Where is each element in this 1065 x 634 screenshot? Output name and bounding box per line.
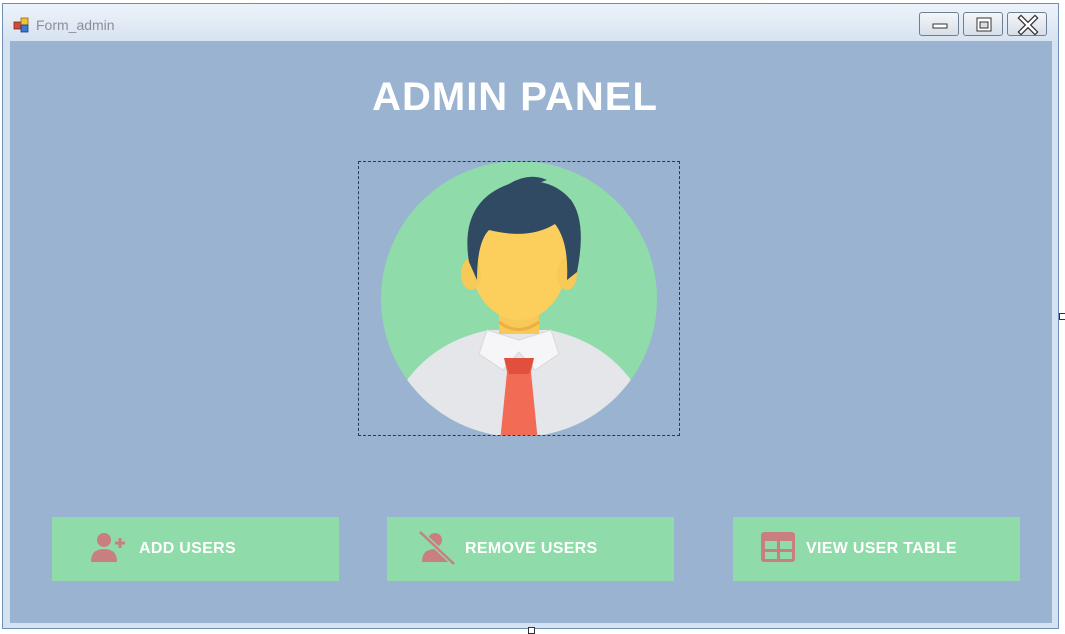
avatar-picturebox[interactable] <box>358 161 680 436</box>
minimize-button[interactable] <box>919 12 959 36</box>
form-client-area: ADMIN PANEL ADD USERS REMOVE USERS VIEW … <box>10 41 1052 623</box>
close-button[interactable] <box>1007 12 1047 36</box>
add-user-icon <box>90 530 130 566</box>
table-icon <box>759 530 799 566</box>
maximize-button[interactable] <box>963 12 1003 36</box>
remove-users-label: REMOVE USERS <box>465 540 598 557</box>
window-title: Form_admin <box>36 17 115 33</box>
add-users-button[interactable]: ADD USERS <box>52 517 339 581</box>
add-users-label: ADD USERS <box>139 540 236 557</box>
resize-handle-right[interactable] <box>1059 313 1065 320</box>
remove-users-button[interactable]: REMOVE USERS <box>387 517 674 581</box>
close-icon <box>1017 14 1039 36</box>
form-admin-window: Form_admin ADMIN PANEL ADD USERS REMOVE … <box>2 3 1059 629</box>
title-bar[interactable]: Form_admin <box>3 4 1058 41</box>
admin-avatar-illustration <box>381 162 657 435</box>
minimize-icon <box>932 23 948 29</box>
remove-user-icon <box>417 530 457 566</box>
app-icon <box>13 16 31 34</box>
view-user-table-button[interactable]: VIEW USER TABLE <box>733 517 1020 581</box>
maximize-icon <box>976 17 992 32</box>
page-title: ADMIN PANEL <box>372 75 658 119</box>
view-user-table-label: VIEW USER TABLE <box>806 540 957 557</box>
